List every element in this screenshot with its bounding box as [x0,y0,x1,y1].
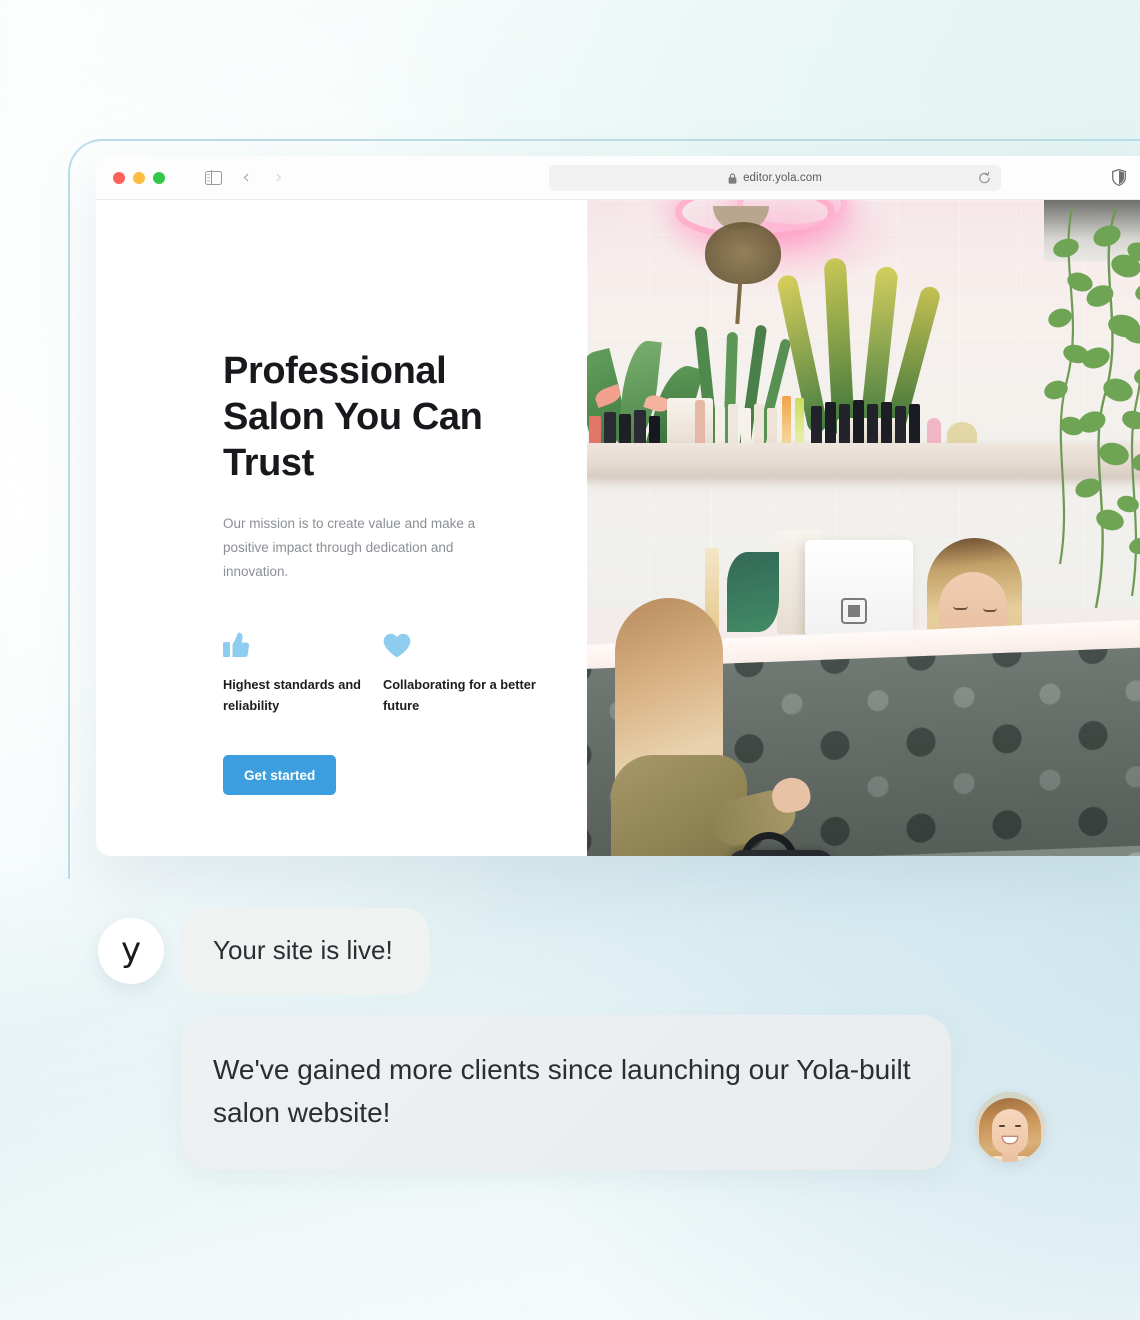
reload-icon[interactable] [978,171,991,185]
sidebar-toggle-button[interactable] [198,164,228,192]
minimize-window-button[interactable] [133,171,145,184]
chevron-right-icon: › [275,166,283,188]
browser-titlebar: ‹ › editor.yola.com [96,156,1140,200]
back-button[interactable]: ‹ [231,164,261,192]
feature-label: Collaborating for a better future [383,677,536,713]
hero-subtitle: Our mission is to create value and make … [223,516,476,579]
hero-feature-list: Highest standards and reliability Collab… [223,628,543,716]
url-text: editor.yola.com [743,172,822,184]
shield-privacy-icon[interactable] [1112,169,1126,186]
hero-photo [587,200,1140,856]
chevron-left-icon: ‹ [242,166,250,188]
customer-avatar [975,1092,1045,1162]
get-started-button[interactable]: Get started [223,755,337,795]
browser-window: ‹ › editor.yola.com Professional Salon Y… [96,156,1140,856]
navigation-controls: ‹ › [198,164,294,192]
lock-icon [728,172,737,184]
window-controls [113,171,165,184]
yola-logo-letter: y [120,930,142,970]
yola-logo-avatar: y [98,918,164,984]
thumbs-up-icon [223,632,250,657]
hero-text-column: Professional Salon You Can Trust Our mis… [96,200,587,856]
feature-item: Collaborating for a better future [383,628,543,716]
address-bar[interactable]: editor.yola.com [549,165,1001,191]
forward-button[interactable]: › [264,164,294,192]
chat-bubble-customer: We've gained more clients since launchin… [181,1015,951,1170]
close-window-button[interactable] [113,171,125,184]
maximize-window-button[interactable] [153,171,165,184]
feature-item: Highest standards and reliability [223,628,383,716]
chat-bubble-yola: Your site is live! [181,908,429,994]
feature-label: Highest standards and reliability [223,677,361,713]
heart-icon [383,633,411,658]
sidebar-icon [204,169,222,186]
chat-row-yola: y Your site is live! [98,908,429,994]
website-preview: Professional Salon You Can Trust Our mis… [96,200,1140,856]
hero-title: Professional Salon You Can Trust [223,350,483,484]
